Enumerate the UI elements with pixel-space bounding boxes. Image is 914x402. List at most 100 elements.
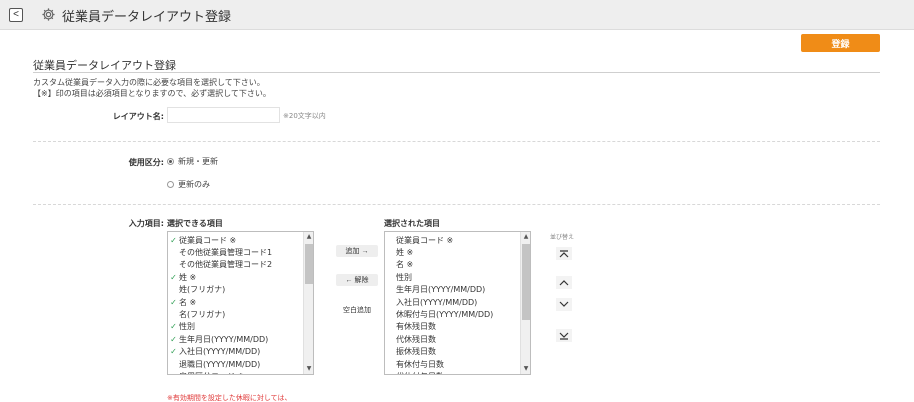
top-bar: < 従業員データレイアウト登録 xyxy=(0,0,914,30)
list-item[interactable]: 有休残日数 xyxy=(385,321,520,333)
layout-name-label: レイアウト名: xyxy=(112,112,164,121)
list-item-label: 名(フリガナ) xyxy=(179,310,226,320)
check-icon: ✓ xyxy=(170,297,177,307)
check-icon: ✓ xyxy=(170,272,177,282)
chevron-left-icon: < xyxy=(13,9,19,20)
list-item-label: 休暇付与日(YYYY/MM/DD) xyxy=(396,310,494,320)
scrollbar-thumb[interactable] xyxy=(522,244,530,320)
list-item-label: 姓(フリガナ) xyxy=(179,285,226,295)
section-title: 従業員データレイアウト登録 xyxy=(33,59,176,72)
move-top-icon xyxy=(559,249,569,257)
layout-name-hint: ※20文字以内 xyxy=(283,112,326,120)
selected-items-heading: 選択された項目 xyxy=(384,219,440,228)
list-item[interactable]: 名(フリガナ) xyxy=(168,308,303,320)
list-item[interactable]: ✓ 性別 xyxy=(168,321,303,333)
scrollbar-thumb[interactable] xyxy=(305,244,313,284)
list-item[interactable]: 振休残日数 xyxy=(385,346,520,358)
radio-button[interactable] xyxy=(167,181,174,188)
list-item[interactable]: 従業員コード ※ xyxy=(385,234,520,246)
usage-option-label: 新規・更新 xyxy=(178,157,218,166)
list-item-label: 入社日(YYYY/MM/DD) xyxy=(396,297,478,307)
list-item[interactable]: 姓 ※ xyxy=(385,246,520,258)
list-item-label: 振休残日数 xyxy=(396,347,436,357)
list-item[interactable]: 代休残日数 xyxy=(385,333,520,345)
note-text: ※有効期間を設定した休暇に対しては、 xyxy=(167,394,292,402)
list-item-label: 従業員コード ※ xyxy=(396,235,454,245)
list-item[interactable]: 雇用区分コード ※ xyxy=(168,370,303,374)
section-divider xyxy=(33,72,880,73)
list-item[interactable]: 退職日(YYYY/MM/DD) xyxy=(168,358,303,370)
list-item[interactable]: ✓ 名 ※ xyxy=(168,296,303,308)
description-line-2: 【※】印の項目は必須項目となりますので、必ず選択して下さい。 xyxy=(33,89,271,98)
list-item[interactable]: 入社日(YYYY/MM/DD) xyxy=(385,296,520,308)
list-item-label: 姓 ※ xyxy=(396,248,414,258)
check-icon: ✓ xyxy=(170,347,177,357)
usage-option-update-only[interactable]: 更新のみ xyxy=(167,179,210,190)
move-bottom-button[interactable] xyxy=(556,329,572,342)
move-up-button[interactable] xyxy=(556,276,572,289)
move-down-button[interactable] xyxy=(556,298,572,311)
available-items-list[interactable]: ✓ 従業員コード ※ その他従業員管理コード1 その他従業員管理コード2 ✓ 姓 ※ 姓(フ… xyxy=(167,231,314,375)
register-button[interactable]: 登録 xyxy=(801,34,880,52)
list-item-label: 有休残日数 xyxy=(396,322,436,332)
list-item-label: 雇用区分コード ※ xyxy=(179,371,244,374)
gear-icon xyxy=(42,8,55,21)
move-up-icon xyxy=(559,280,569,286)
remove-button[interactable]: ← 解除 xyxy=(336,274,378,286)
list-item[interactable]: 代休付与日数 xyxy=(385,370,520,374)
list-item[interactable]: ✓ 入社日(YYYY/MM/DD) xyxy=(168,346,303,358)
add-button[interactable]: 追加 → xyxy=(336,245,378,257)
scroll-up-arrow-icon[interactable]: ▲ xyxy=(305,233,313,241)
divider xyxy=(33,141,880,142)
back-button[interactable]: < xyxy=(9,8,23,22)
scroll-up-arrow-icon[interactable]: ▲ xyxy=(522,233,530,241)
list-item[interactable]: 性別 xyxy=(385,271,520,283)
list-item[interactable]: その他従業員管理コード1 xyxy=(168,246,303,258)
scroll-down-arrow-icon[interactable]: ▼ xyxy=(522,365,530,373)
move-bottom-icon xyxy=(559,332,569,340)
list-item-label: 名 ※ xyxy=(179,297,197,307)
usage-option-label: 更新のみ xyxy=(178,180,210,189)
divider xyxy=(33,204,880,205)
list-item[interactable]: 名 ※ xyxy=(385,259,520,271)
input-items-label: 入力項目: xyxy=(128,219,164,228)
scroll-down-arrow-icon[interactable]: ▼ xyxy=(305,365,313,373)
list-item[interactable]: 姓(フリガナ) xyxy=(168,284,303,296)
list-item-label: その他従業員管理コード2 xyxy=(179,260,273,270)
list-item[interactable]: ✓ 生年月日(YYYY/MM/DD) xyxy=(168,333,303,345)
available-items: ✓ 従業員コード ※ その他従業員管理コード1 その他従業員管理コード2 ✓ 姓 ※ 姓(フ… xyxy=(168,234,303,374)
list-item-label: 生年月日(YYYY/MM/DD) xyxy=(179,334,269,344)
check-icon: ✓ xyxy=(170,235,177,245)
check-icon: ✓ xyxy=(170,322,177,332)
list-item[interactable]: ✓ 姓 ※ xyxy=(168,271,303,283)
list-item[interactable]: 有休付与日数 xyxy=(385,358,520,370)
page-title: 従業員データレイアウト登録 xyxy=(62,10,232,25)
list-item[interactable]: その他従業員管理コード2 xyxy=(168,259,303,271)
layout-name-input[interactable] xyxy=(167,107,280,123)
usage-option-new-update[interactable]: 新規・更新 xyxy=(167,156,218,167)
sort-label: 並び替え xyxy=(550,234,575,241)
usage-label: 使用区分: xyxy=(128,158,164,167)
description-line-1: カスタム従業員データ入力の際に必要な項目を選択して下さい。 xyxy=(33,78,265,87)
list-item-label: 退職日(YYYY/MM/DD) xyxy=(179,359,261,369)
list-item-label: 入社日(YYYY/MM/DD) xyxy=(179,347,261,357)
list-item[interactable]: 休暇付与日(YYYY/MM/DD) xyxy=(385,308,520,320)
scrollbar[interactable]: ▲ ▼ xyxy=(303,232,313,374)
available-items-heading: 選択できる項目 xyxy=(167,219,223,228)
list-item-label: 生年月日(YYYY/MM/DD) xyxy=(396,285,486,295)
blank-add-button[interactable]: 空白追加 xyxy=(336,305,378,315)
list-item-label: 姓 ※ xyxy=(179,272,197,282)
scrollbar[interactable]: ▲ ▼ xyxy=(520,232,530,374)
move-top-button[interactable] xyxy=(556,247,572,260)
list-item-label: 名 ※ xyxy=(396,260,414,270)
selected-items: 従業員コード ※ 姓 ※ 名 ※ 性別生年月日(YYYY/MM/DD) 入社日(YYYY… xyxy=(385,234,520,374)
list-item-label: 有休付与日数 xyxy=(396,359,444,369)
list-item-label: 代休付与日数 xyxy=(396,371,444,374)
list-item-label: 性別 xyxy=(396,272,412,282)
list-item[interactable]: 生年月日(YYYY/MM/DD) xyxy=(385,284,520,296)
check-icon: ✓ xyxy=(170,334,177,344)
list-item-label: 代休残日数 xyxy=(396,334,436,344)
radio-button-selected[interactable] xyxy=(167,158,174,165)
list-item[interactable]: ✓ 従業員コード ※ xyxy=(168,234,303,246)
selected-items-list[interactable]: 従業員コード ※ 姓 ※ 名 ※ 性別生年月日(YYYY/MM/DD) 入社日(YYYY… xyxy=(384,231,531,375)
